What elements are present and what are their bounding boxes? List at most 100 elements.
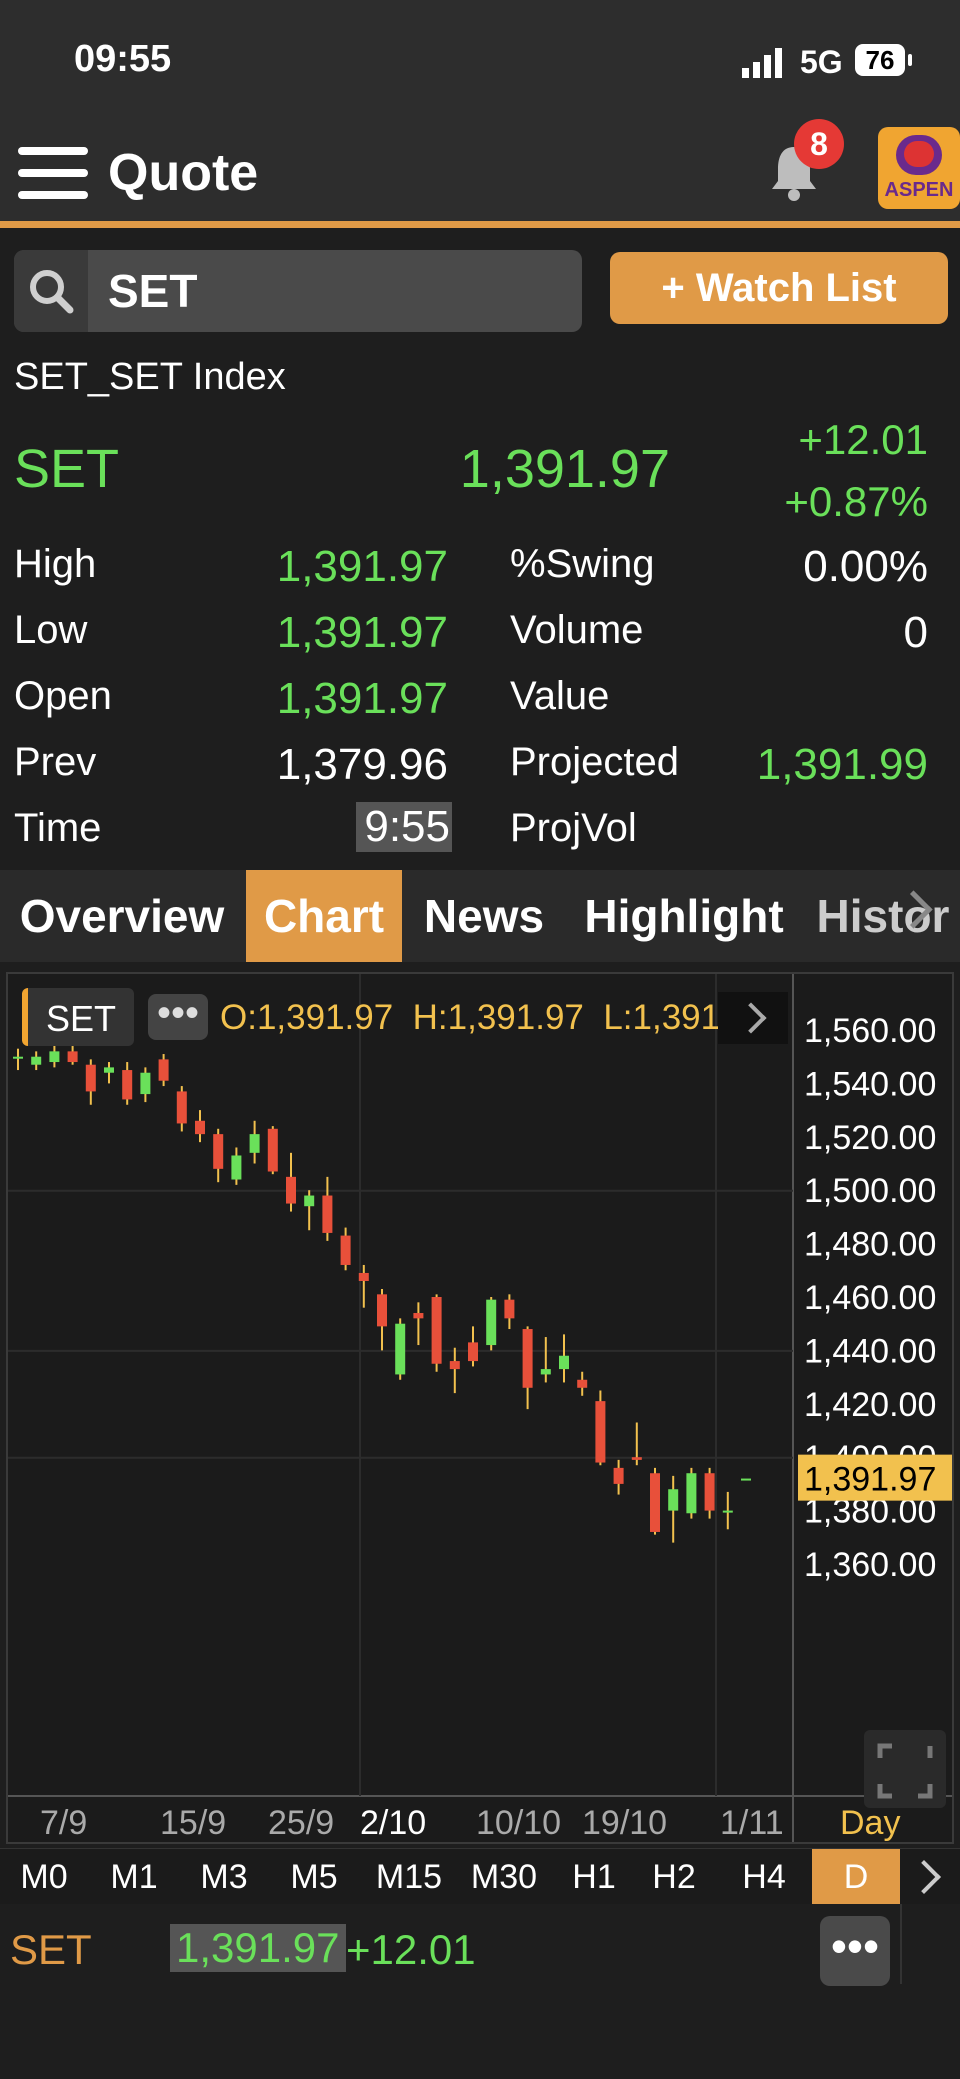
chart-canvas[interactable]: 1,560.00 1,540.00 1,520.00 1,500.00 1,480.00… [8, 974, 952, 1842]
candle-body [358, 1272, 369, 1281]
stat-projvol-label: ProjVol [510, 806, 637, 850]
stat-value-label: Value [510, 674, 610, 718]
period-label: Day [840, 1804, 900, 1842]
y-tick-label: 1,500.00 [804, 1172, 936, 1210]
tab-overview[interactable]: Overview [0, 870, 244, 962]
tab-news[interactable]: News [406, 870, 562, 962]
more-icon[interactable]: ••• [148, 993, 208, 1040]
price-change: +12.01 [798, 416, 928, 463]
app-bar: Quote 8 ASPEN [0, 119, 960, 225]
x-tick-label: 2/10 [360, 1804, 426, 1842]
candle-body [122, 1070, 133, 1100]
y-tick-label: 1,540.00 [804, 1065, 936, 1103]
candle-body [631, 1457, 642, 1460]
notification-badge: 8 [794, 119, 844, 169]
ohlc-scroll-right-icon[interactable] [718, 992, 788, 1044]
tf-m3[interactable]: M3 [180, 1849, 268, 1905]
candle-body [522, 1329, 533, 1388]
candle-body [668, 1489, 679, 1511]
tab-history[interactable]: Histor [806, 870, 960, 962]
candle-body [104, 1067, 114, 1073]
tf-h2[interactable]: H2 [630, 1849, 718, 1905]
candle-body [377, 1294, 387, 1327]
ticker-price: 1,391.97 [170, 1924, 346, 1972]
y-tick-label: 1,480.00 [804, 1226, 936, 1264]
x-tick-label: 19/10 [582, 1804, 667, 1842]
timeframe-bar: M0 M1 M3 M5 M15 M30 H1 H2 H4 D [0, 1848, 960, 1905]
y-tick-label: 1,520.00 [804, 1119, 936, 1157]
candle-body [559, 1355, 569, 1370]
y-tick-label: 1,420.00 [804, 1386, 936, 1424]
search-box[interactable]: SET [14, 250, 582, 332]
tf-d[interactable]: D [812, 1849, 900, 1905]
candle-body [595, 1401, 606, 1463]
ticker-change: +12.01 [346, 1926, 476, 1973]
logo-text: ASPEN [884, 179, 954, 201]
x-tick-label: 7/9 [40, 1804, 87, 1842]
candle-body [231, 1155, 242, 1180]
chart-ohlc-readout: O:1,391.97 H:1,391.97 L:1,391 [220, 998, 721, 1037]
candle-body [304, 1195, 315, 1207]
candle-body [613, 1467, 624, 1484]
fullscreen-icon [864, 1730, 946, 1808]
page-title: Quote [108, 144, 259, 202]
ticker-divider [900, 1904, 902, 1984]
tf-m30[interactable]: M30 [460, 1849, 548, 1905]
candle-body [395, 1323, 406, 1375]
stat-low-label: Low [14, 608, 88, 652]
candle-body [686, 1473, 697, 1514]
stat-prev-label: Prev [14, 740, 97, 784]
candle-body [577, 1379, 588, 1388]
ticker-more-button[interactable]: ••• [820, 1916, 890, 1986]
candle-body [158, 1059, 169, 1081]
watchlist-button[interactable]: + Watch List [610, 252, 948, 324]
candle-body [431, 1297, 442, 1364]
stat-prev-value: 1,379.96 [276, 740, 448, 789]
candle-body [49, 1051, 60, 1063]
tab-bar: Overview Chart News Highlight Histor [0, 870, 960, 962]
stat-volume-value: 0 [903, 608, 928, 657]
tf-m1[interactable]: M1 [90, 1849, 178, 1905]
candle-body [176, 1091, 187, 1124]
candle-body [67, 1051, 78, 1063]
x-tick-label: 1/11 [720, 1804, 784, 1842]
tf-m5[interactable]: M5 [270, 1849, 358, 1905]
hamburger-icon[interactable] [18, 143, 88, 203]
expand-icon[interactable] [866, 1832, 867, 1833]
instrument-name: SET_SET Index [14, 356, 286, 398]
stat-open-label: Open [14, 674, 112, 718]
stat-swing-value: 0.00% [803, 542, 928, 591]
y-tick-label: 1,440.00 [804, 1332, 936, 1370]
ticker-bar: SET 1,391.97 +12.01 ••• [0, 1904, 960, 2079]
tf-h1[interactable]: H1 [550, 1849, 638, 1905]
notification-count: 8 [810, 126, 828, 162]
x-tick-label: 25/9 [268, 1804, 334, 1842]
candle-body [85, 1064, 96, 1092]
stat-volume-label: Volume [510, 608, 644, 652]
tf-m15[interactable]: M15 [360, 1849, 458, 1905]
tf-scroll-right-icon[interactable] [907, 1860, 941, 1894]
tab-chart[interactable]: Chart [246, 870, 402, 962]
tf-h4[interactable]: H4 [720, 1849, 808, 1905]
battery-icon: 76 [855, 44, 905, 76]
aspen-logo[interactable]: ASPEN [878, 127, 960, 209]
chart-symbol-label: SET [46, 998, 117, 1039]
chart-symbol-chip[interactable]: SET [22, 988, 134, 1046]
tf-m0[interactable]: M0 [0, 1849, 88, 1905]
search-input[interactable]: SET [108, 264, 197, 318]
candle-body [13, 1056, 23, 1059]
candle-body [140, 1072, 151, 1095]
price-chart[interactable]: 1,560.00 1,540.00 1,520.00 1,500.00 1,480.00… [6, 972, 954, 1844]
candle-body [213, 1134, 224, 1169]
candle-body [31, 1056, 42, 1065]
candle-body [704, 1473, 715, 1511]
stat-high-label: High [14, 542, 97, 586]
ticker-symbol[interactable]: SET [10, 1926, 92, 1974]
percent-change: +0.87% [784, 478, 928, 525]
candle-body [286, 1176, 296, 1204]
candle-body [340, 1235, 351, 1265]
x-tick-label: 10/10 [476, 1804, 561, 1842]
status-bar: 09:55 5G 76 [0, 0, 960, 125]
tab-highlight[interactable]: Highlight [566, 870, 802, 962]
y-tick-label: 1,360.00 [804, 1546, 936, 1584]
